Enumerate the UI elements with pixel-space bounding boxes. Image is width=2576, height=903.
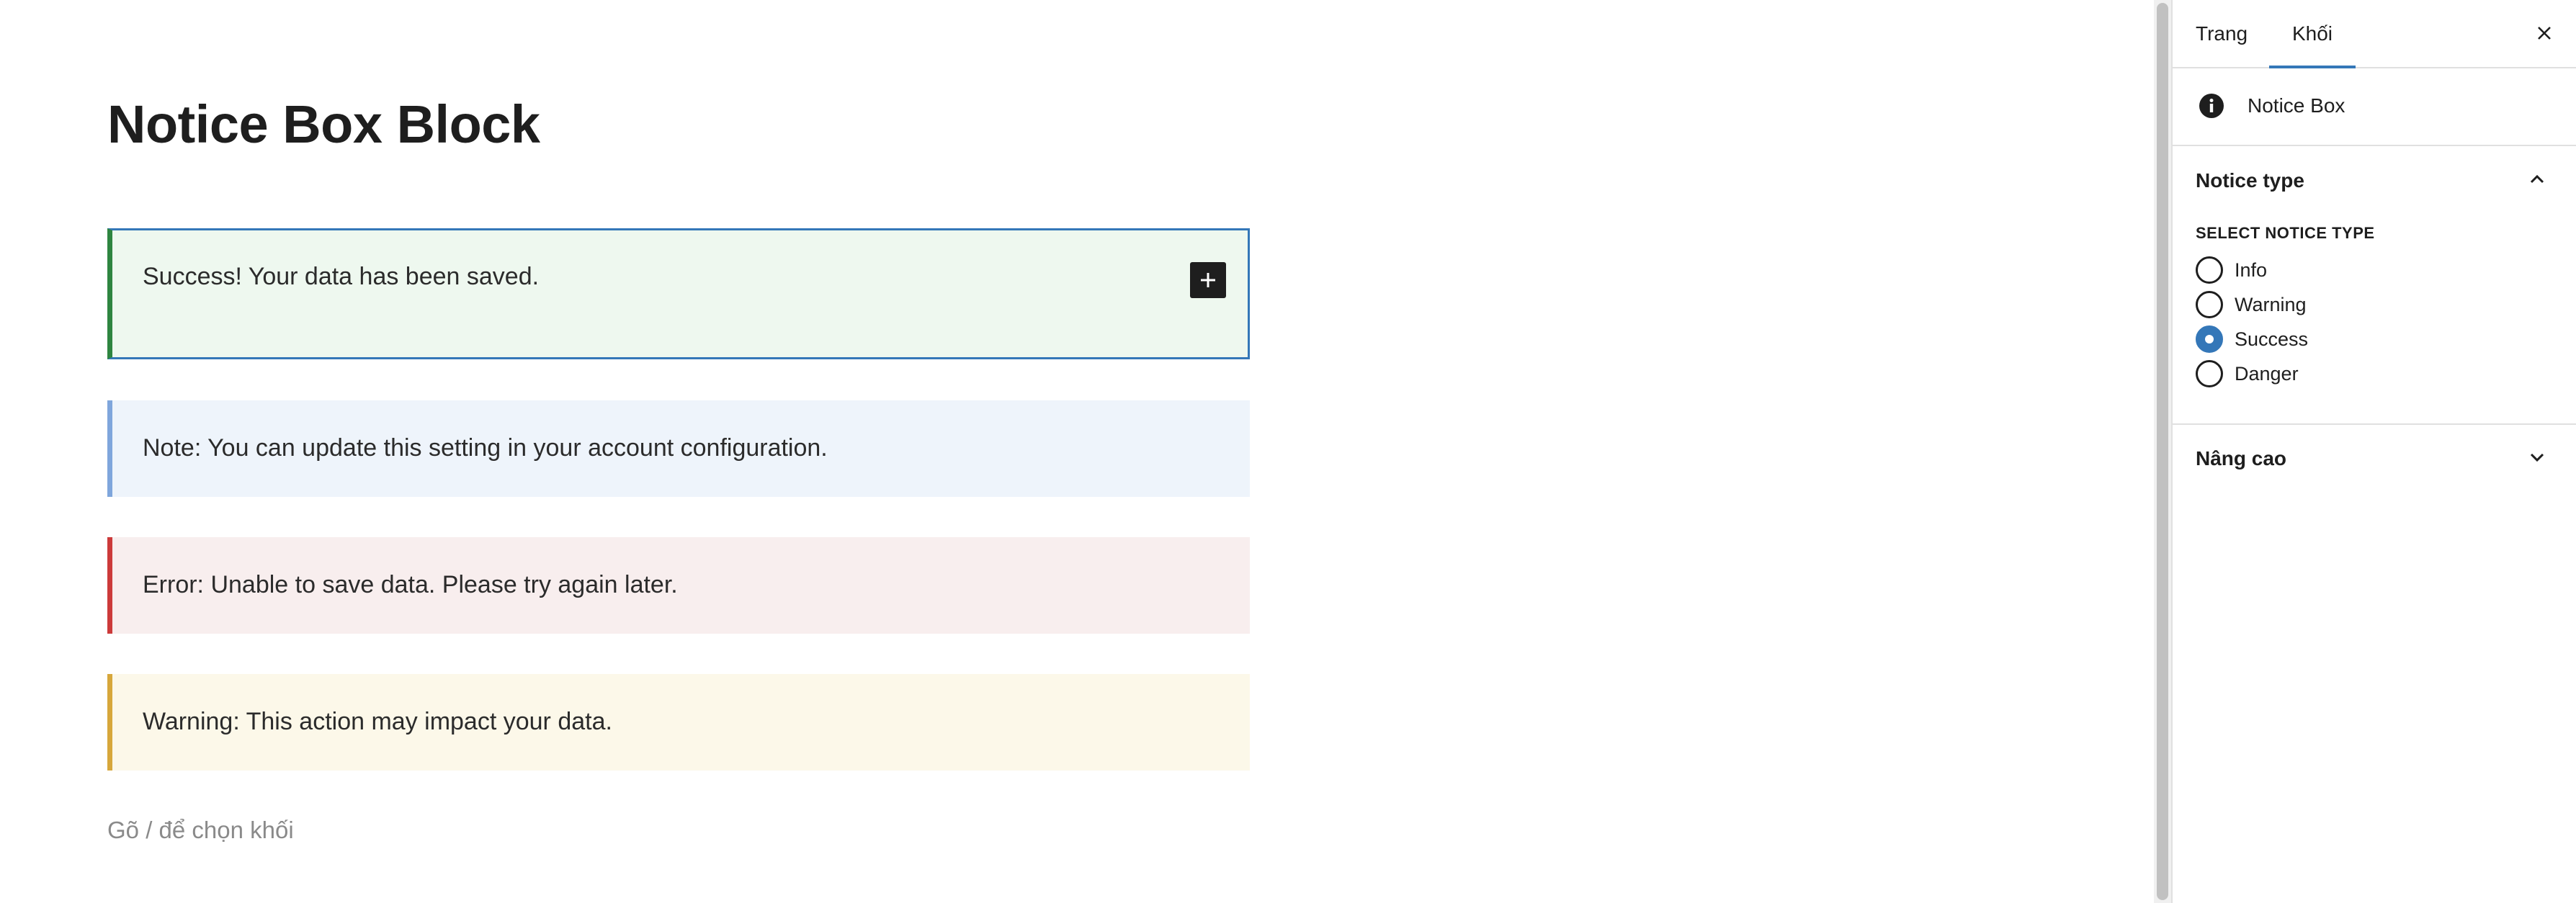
scrollbar-thumb[interactable] (2157, 3, 2168, 900)
notice-text[interactable]: Error: Unable to save data. Please try a… (143, 571, 678, 599)
radio-button[interactable] (2196, 360, 2223, 387)
notice-warning-block[interactable]: Warning: This action may impact your dat… (107, 674, 1250, 771)
close-icon (2538, 27, 2551, 40)
radio-button[interactable] (2196, 325, 2223, 353)
radio-warning[interactable]: Warning (2196, 289, 2484, 321)
block-card-title: Notice Box (2248, 94, 2345, 117)
tab-block[interactable]: Khối (2269, 0, 2356, 68)
advanced-panel-toggle[interactable]: Nâng cao (2173, 423, 2576, 490)
notice-info-block[interactable]: Note: You can update this setting in you… (107, 400, 1250, 497)
radio-label[interactable]: Danger (2235, 363, 2299, 385)
plus-icon (1201, 273, 1215, 287)
close-sidebar-button[interactable] (2530, 19, 2559, 48)
tab-page[interactable]: Trang (2196, 0, 2248, 67)
block-inserter-button[interactable] (1190, 262, 1226, 298)
radio-label[interactable]: Success (2235, 328, 2308, 351)
notice-text[interactable]: Success! Your data has been saved. (143, 263, 539, 291)
radio-info[interactable]: Info (2196, 255, 2484, 287)
radio-button[interactable] (2196, 291, 2223, 318)
radio-group-label: SELECT NOTICE TYPE (2196, 224, 2375, 242)
notice-error-block[interactable]: Error: Unable to save data. Please try a… (107, 537, 1250, 634)
canvas-scrollbar[interactable] (2154, 0, 2171, 903)
sidebar-tabs: Trang Khối (2173, 0, 2576, 68)
block-appender-placeholder[interactable]: Gõ / để chọn khối (107, 817, 294, 844)
notice-success-block[interactable]: Success! Your data has been saved. (107, 228, 1250, 359)
info-icon (2199, 94, 2224, 118)
radio-button[interactable] (2196, 256, 2223, 284)
radio-success[interactable]: Success (2196, 324, 2484, 356)
post-title[interactable]: Notice Box Block (107, 94, 540, 155)
editor-canvas: Notice Box Block Success! Your data has … (0, 0, 2154, 903)
panel-title: Nâng cao (2196, 447, 2287, 470)
chevron-down-icon (2530, 453, 2544, 462)
chevron-up-icon (2530, 174, 2544, 184)
block-card: Notice Box (2173, 68, 2576, 146)
radio-label[interactable]: Warning (2235, 294, 2307, 316)
notice-text[interactable]: Note: You can update this setting in you… (143, 434, 828, 462)
radio-danger[interactable]: Danger (2196, 359, 2484, 390)
notice-text[interactable]: Warning: This action may impact your dat… (143, 708, 612, 736)
panel-title: Notice type (2196, 169, 2304, 192)
radio-label[interactable]: Info (2235, 259, 2267, 282)
notice-type-panel-toggle[interactable]: Notice type (2173, 147, 2576, 212)
settings-sidebar: Trang Khối Notice Box Notice type SELECT… (2171, 0, 2576, 903)
